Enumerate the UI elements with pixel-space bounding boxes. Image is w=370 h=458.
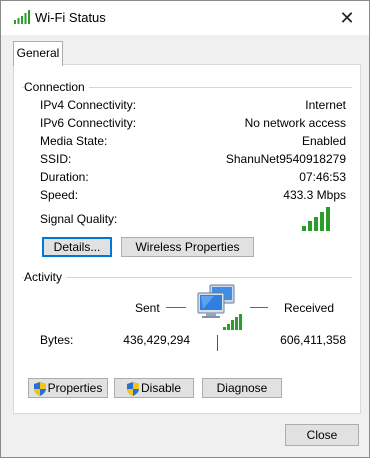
- speed-value: 433.3 Mbps: [283, 188, 346, 202]
- properties-label: Properties: [47, 381, 103, 395]
- diagnose-button[interactable]: Diagnose: [202, 378, 282, 398]
- activity-heading: Activity: [24, 270, 67, 284]
- ipv4-label: IPv4 Connectivity:: [40, 98, 137, 112]
- ipv4-value: Internet: [305, 98, 346, 112]
- sent-label: Sent: [135, 301, 160, 315]
- general-panel: Connection IPv4 Connectivity: Internet I…: [13, 64, 361, 414]
- wifi-signal-icon: [14, 10, 30, 24]
- activity-signal-icon: [223, 312, 245, 330]
- ssid-value: ShanuNet9540918279: [225, 152, 346, 166]
- disable-label: Disable: [140, 381, 182, 395]
- bytes-sent-value: 436,429,294: [123, 333, 190, 347]
- ipv6-label: IPv6 Connectivity:: [40, 116, 137, 130]
- details-button[interactable]: Details...: [42, 237, 112, 257]
- bytes-label: Bytes:: [40, 333, 74, 347]
- close-icon[interactable]: ✕: [333, 6, 361, 30]
- media-state-value: Enabled: [301, 134, 346, 148]
- signal-bar: [235, 317, 238, 330]
- close-button[interactable]: Close: [285, 424, 359, 446]
- sent-line: [166, 307, 186, 308]
- ssid-label: SSID:: [40, 152, 72, 166]
- speed-label: Speed:: [40, 188, 79, 202]
- ipv6-value: No network access: [244, 116, 346, 130]
- duration-value: 07:46:53: [299, 170, 346, 184]
- signal-bar: [302, 226, 306, 231]
- bytes-received-value: 606,411,358: [280, 333, 346, 347]
- media-state-label: Media State:: [40, 134, 108, 148]
- signal-bar: [308, 221, 312, 231]
- connection-heading: Connection: [24, 80, 89, 94]
- duration-label: Duration:: [40, 170, 89, 184]
- uac-shield-icon: [126, 381, 139, 396]
- title-bar: Wi-Fi Status ✕: [1, 1, 369, 35]
- activity-group-border: [22, 277, 352, 278]
- properties-button[interactable]: Properties: [28, 378, 108, 398]
- window-title: Wi-Fi Status: [35, 10, 106, 25]
- wifi-status-dialog: Wi-Fi Status ✕ General Connection IPv4 C…: [0, 0, 370, 458]
- signal-bar: [314, 217, 318, 231]
- received-line: [250, 307, 268, 308]
- tab-general[interactable]: General: [13, 41, 63, 66]
- activity-divider: [217, 335, 218, 351]
- signal-bar: [223, 327, 226, 330]
- signal-bar: [227, 324, 230, 330]
- signal-quality-bars-icon: [302, 205, 332, 231]
- signal-bar: [239, 314, 242, 330]
- signal-bar: [320, 212, 324, 231]
- disable-button[interactable]: Disable: [114, 378, 194, 398]
- wireless-properties-button[interactable]: Wireless Properties: [121, 237, 254, 257]
- signal-quality-label: Signal Quality:: [40, 212, 118, 226]
- uac-shield-icon: [33, 381, 46, 396]
- signal-bar: [231, 320, 234, 330]
- received-label: Received: [284, 301, 335, 315]
- signal-bar: [326, 207, 330, 231]
